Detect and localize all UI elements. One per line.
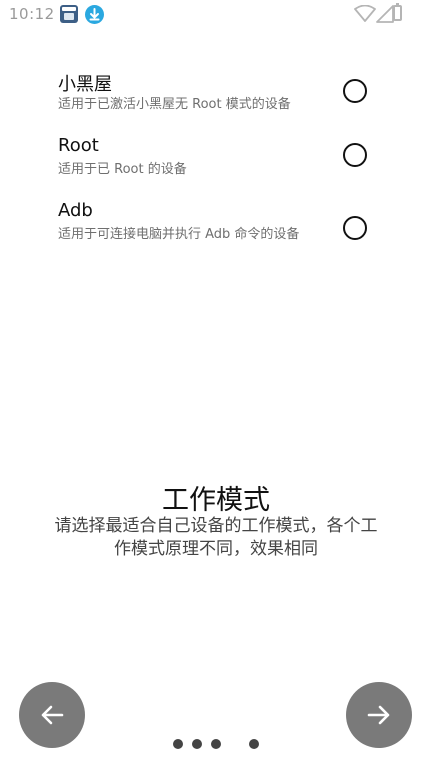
download-icon <box>85 5 104 24</box>
wifi-icon <box>354 5 376 22</box>
status-bar: 10:12 <box>0 0 432 28</box>
page-dot <box>192 739 202 749</box>
page-dot <box>173 739 183 749</box>
status-time: 10:12 <box>9 5 55 23</box>
page-subtitle: 请选择最适合自己设备的工作模式，各个工作模式原理不同，效果相同 <box>54 516 378 559</box>
option-stopapp[interactable]: 小黑屋 适用于已激活小黑屋无 Root 模式的设备 <box>0 70 432 120</box>
battery-icon <box>393 3 402 21</box>
radio-button[interactable] <box>343 216 367 240</box>
option-description: 适用于已 Root 的设备 <box>58 162 187 177</box>
option-description: 适用于已激活小黑屋无 Root 模式的设备 <box>58 97 291 112</box>
option-title: 小黑屋 <box>58 74 112 95</box>
status-indicators <box>330 3 402 24</box>
radio-button[interactable] <box>343 79 367 103</box>
page-title: 工作模式 <box>162 485 270 516</box>
option-title: Root <box>58 135 99 156</box>
page-dot <box>211 739 221 749</box>
option-root[interactable]: Root 适用于已 Root 的设备 <box>0 135 432 185</box>
page-dot-current <box>249 739 259 749</box>
page-indicator <box>0 739 432 749</box>
option-title: Adb <box>58 200 93 221</box>
signal-icon <box>376 5 394 23</box>
app-notification-icon <box>60 5 78 23</box>
radio-button[interactable] <box>343 143 367 167</box>
option-description: 适用于可连接电脑并执行 Adb 命令的设备 <box>58 227 300 242</box>
option-adb[interactable]: Adb 适用于可连接电脑并执行 Adb 命令的设备 <box>0 200 432 264</box>
